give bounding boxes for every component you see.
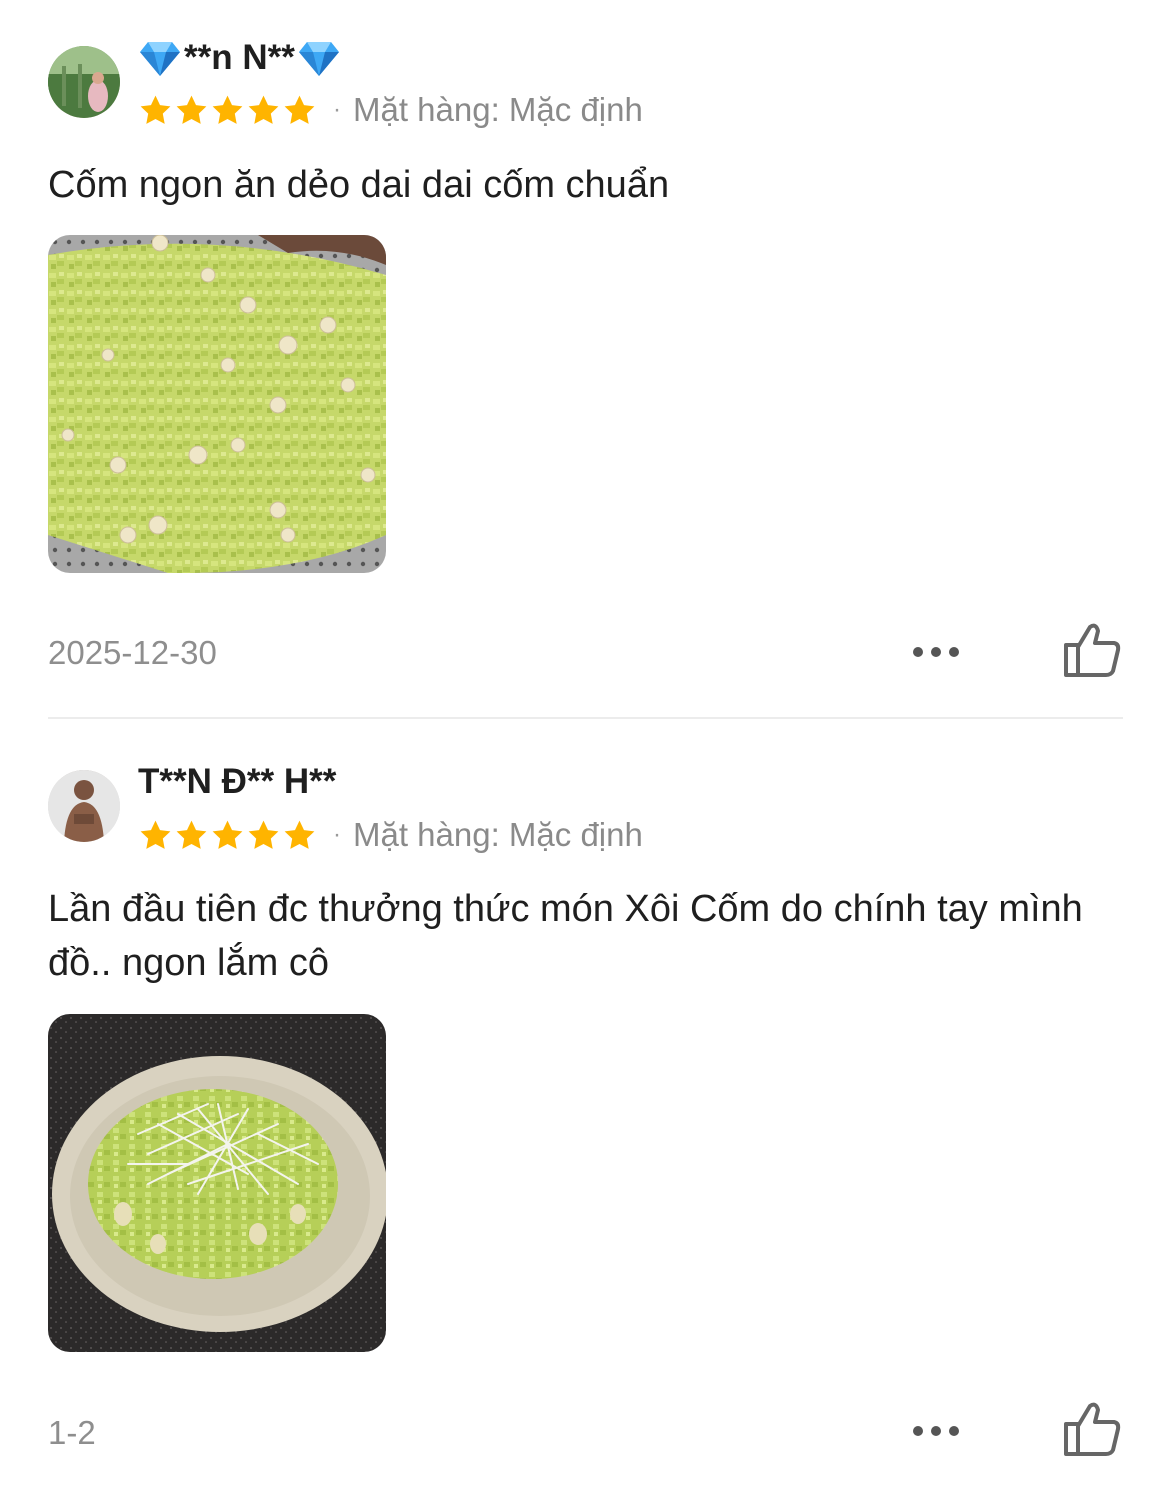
- star-icon: [212, 820, 243, 849]
- review-item: T**N Đ** H** · Mặt hàng: Mặc định Lần đầ…: [0, 720, 1170, 1486]
- diamond-icon: [297, 38, 341, 78]
- reviewer-name: T**N Đ** H**: [138, 762, 336, 802]
- star-rating: [138, 818, 317, 853]
- reviewer-name: **n N**: [138, 38, 341, 78]
- review-meta: · Mặt hàng: Mặc định: [138, 91, 643, 129]
- star-icon: [248, 820, 279, 849]
- avatar[interactable]: [48, 770, 120, 842]
- star-icon: [176, 820, 207, 849]
- review-item: **n N** · Mặt hàng: Mặc định Cốm ngon ăn…: [0, 0, 1170, 720]
- review-date: 1-2: [48, 1414, 96, 1451]
- product-variant: Mặt hàng: Mặc định: [353, 91, 643, 128]
- diamond-icon: [138, 38, 182, 78]
- more-options-icon[interactable]: [910, 1423, 962, 1439]
- review-meta: · Mặt hàng: Mặc định: [138, 816, 643, 854]
- meta-separator: ·: [333, 96, 341, 123]
- thumbs-up-icon[interactable]: [1062, 1400, 1122, 1458]
- more-options-icon[interactable]: [910, 644, 962, 660]
- review-divider: [48, 717, 1123, 719]
- star-icon: [140, 95, 171, 124]
- star-icon: [248, 95, 279, 124]
- review-date: 2025-12-30: [48, 634, 217, 671]
- star-icon: [284, 95, 315, 124]
- review-photo[interactable]: [48, 235, 386, 573]
- star-icon: [176, 95, 207, 124]
- star-icon: [284, 820, 315, 849]
- meta-separator: ·: [333, 821, 341, 848]
- product-variant: Mặt hàng: Mặc định: [353, 816, 643, 853]
- review-comment: Cốm ngon ăn dẻo dai dai cốm chuẩn: [48, 164, 670, 206]
- review-comment: Lần đầu tiên đc thưởng thức món Xôi Cốm …: [48, 888, 1083, 984]
- review-photo[interactable]: [48, 1014, 386, 1352]
- star-icon: [212, 95, 243, 124]
- avatar[interactable]: [48, 46, 120, 118]
- star-icon: [140, 820, 171, 849]
- reviewer-name-text: T**N Đ** H**: [138, 762, 337, 801]
- reviewer-name-text: **n N**: [184, 38, 295, 77]
- thumbs-up-icon[interactable]: [1062, 621, 1122, 679]
- star-rating: [138, 93, 317, 128]
